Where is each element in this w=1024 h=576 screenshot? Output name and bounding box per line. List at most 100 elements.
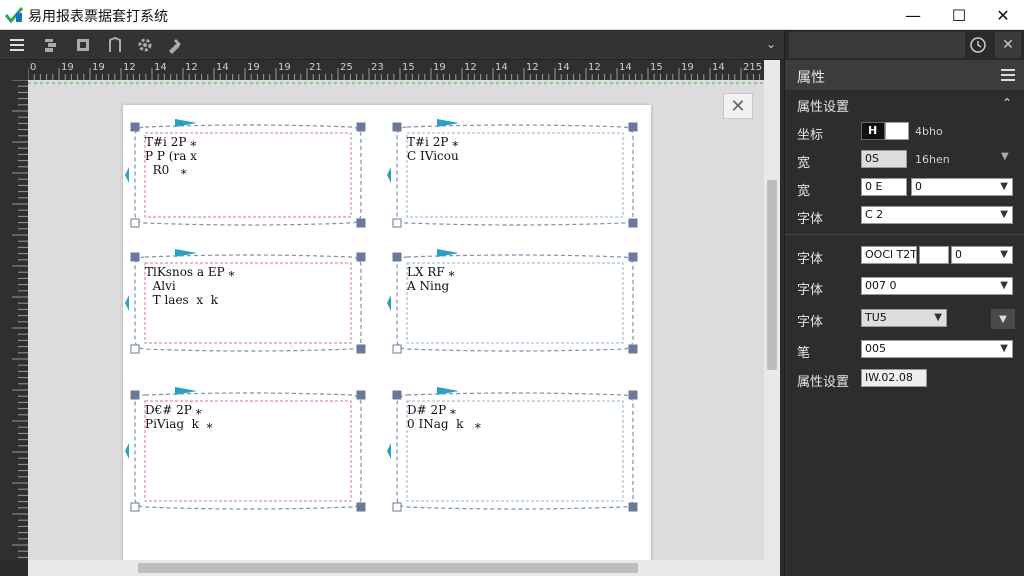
ruler-label: 14 [216, 62, 229, 73]
layers-icon[interactable] [42, 36, 60, 54]
resize-handle [356, 502, 366, 512]
panel-header: 属性 [785, 60, 1024, 90]
design-canvas[interactable]: T#i 2P ⁎ P P (ra x R0 ⁎ T#i 2P ⁎ C IVicou Tl… [28, 80, 764, 560]
panel-menu-icon[interactable] [1001, 69, 1015, 81]
chevron-down-icon: ▼ [1000, 343, 1008, 354]
title-bar: 易用报表票据套打系统 — ☐ ✕ [0, 0, 1024, 30]
prop-width2-input[interactable]: 0 E [861, 178, 907, 196]
label-text-line: 0 INag k ⁎ [407, 417, 481, 431]
ruler-corner [0, 60, 28, 80]
collapse-icon[interactable]: ⌃ [1002, 96, 1012, 110]
canvas-close-button[interactable]: ✕ [723, 93, 753, 119]
prop-label-font-1: 字体 [797, 212, 824, 227]
label-text-line: R0 ⁎ [145, 163, 187, 177]
tool-icon[interactable] [166, 36, 184, 54]
prop-font2-select[interactable]: 0 ▼ [951, 246, 1013, 264]
prop-label-width: 宽 [797, 156, 811, 171]
side-marker [125, 295, 129, 311]
prop-font1-select[interactable]: C 2 ▼ [861, 206, 1013, 224]
ruler-label: 14 [495, 62, 508, 73]
ruler-label: 19 [247, 62, 260, 73]
ruler-label: 14 [557, 62, 570, 73]
minimize-button[interactable]: — [890, 0, 936, 30]
clock-icon[interactable] [969, 36, 987, 54]
ruler-label: 19 [278, 62, 291, 73]
resize-handle [130, 252, 140, 262]
resize-handle [356, 252, 366, 262]
menu-icon[interactable] [8, 36, 26, 54]
resize-handle [392, 344, 402, 354]
label-text-line: PiViag k ⁎ [145, 417, 213, 431]
resize-handle [356, 390, 366, 400]
anchor-marker [437, 249, 459, 257]
vertical-ruler [0, 80, 28, 560]
side-marker [387, 295, 391, 311]
prop-width2-select[interactable]: 0 ▼ [911, 178, 1013, 196]
maximize-button[interactable]: ☐ [936, 0, 982, 30]
toolbar-dropdown-icon[interactable]: ⌄ [766, 37, 776, 51]
ruler-label: 21 [309, 62, 322, 73]
label-text[interactable]: D€# 2P ⁎ PiViag k ⁎ [145, 403, 213, 431]
properties-panel: ✕ 属性 属性设置 ⌃ 坐标 H 4bho 宽 0S 16hen ▼ 宽 0 E… [784, 30, 1024, 576]
font4-dropdown-button[interactable]: ▼ [991, 309, 1015, 329]
label-text[interactable]: TlKsnos a EP ⁎ Alvi T laes x k [145, 265, 235, 307]
app-logo-icon [4, 7, 24, 24]
label-text[interactable]: T#i 2P ⁎ P P (ra x R0 ⁎ [145, 135, 197, 177]
resize-handle [130, 218, 140, 228]
panel-search-input[interactable] [789, 32, 965, 58]
prop-font4-select[interactable]: TU5 ▼ [861, 309, 947, 327]
chevron-down-icon[interactable]: ▼ [1001, 151, 1009, 162]
prop-label-pen: 笔 [797, 346, 811, 361]
ruler-label: 19 [61, 62, 74, 73]
prop-coord-input[interactable] [885, 122, 909, 140]
panel-divider [785, 234, 1024, 235]
vertical-scroll-thumb[interactable] [767, 180, 777, 370]
prop-coord-color[interactable]: H [861, 122, 885, 140]
prop-label-font-2: 字体 [797, 252, 824, 267]
label-text-line: D€# 2P ⁎ [145, 403, 202, 417]
side-marker [387, 443, 391, 459]
label-text-line: P P (ra x [145, 149, 197, 163]
close-window-button[interactable]: ✕ [980, 0, 1024, 30]
prop-font3-select[interactable]: 007 0 ▼ [861, 277, 1013, 295]
side-marker [387, 167, 391, 183]
ruler-label: 15 [650, 62, 663, 73]
label-text-line: T#i 2P ⁎ [145, 135, 197, 149]
prop-coord-extra: 4bho [915, 125, 943, 138]
label-text-line: TlKsnos a EP ⁎ [145, 265, 235, 279]
bracket-icon[interactable] [106, 36, 124, 54]
resize-handle [628, 122, 638, 132]
label-text[interactable]: T#i 2P ⁎ C IVicou [407, 135, 459, 163]
section-title: 属性设置 [797, 100, 850, 115]
resize-handle [356, 218, 366, 228]
horizontal-ruler: 0 19 19 12 14 12 14 19 19 21 25 23 15 19 12 14 12 14 12 14 1… [28, 60, 780, 80]
gear-icon[interactable] [136, 36, 154, 54]
resize-handle [628, 252, 638, 262]
minimize-icon: — [905, 5, 921, 25]
resize-handle [392, 122, 402, 132]
prop-settings-value[interactable]: IW.02.08 [861, 369, 927, 387]
label-text-line: Alvi [145, 279, 176, 293]
prop-font2-input[interactable]: OOCl T2T [861, 246, 917, 264]
paper-page[interactable]: T#i 2P ⁎ P P (ra x R0 ⁎ T#i 2P ⁎ C IVicou Tl… [123, 105, 651, 560]
prop-width-extra: 16hen [915, 153, 950, 166]
resize-handle [628, 218, 638, 228]
prop-pen-select[interactable]: 005 ▼ [861, 340, 1013, 358]
horizontal-scroll-thumb[interactable] [138, 563, 638, 573]
panel-close-button[interactable]: ✕ [995, 32, 1021, 58]
resize-handle [130, 122, 140, 132]
label-text[interactable]: LX RF ⁎ A Ning [407, 265, 455, 293]
ruler-label: 19 [92, 62, 105, 73]
ruler-label: 12 [526, 62, 539, 73]
ruler-label: 12 [588, 62, 601, 73]
anchor-marker [437, 119, 459, 127]
prop-font2-blank[interactable] [919, 246, 949, 264]
vertical-scrollbar[interactable] [764, 60, 780, 560]
template-icon[interactable] [74, 36, 92, 54]
prop-width-input[interactable]: 0S [861, 150, 907, 168]
horizontal-scrollbar[interactable] [28, 560, 780, 576]
prop-label-font-4: 字体 [797, 315, 824, 330]
ruler-label: 12 [185, 62, 198, 73]
anchor-marker [175, 387, 197, 395]
label-text[interactable]: D# 2P ⁎ 0 INag k ⁎ [407, 403, 481, 431]
